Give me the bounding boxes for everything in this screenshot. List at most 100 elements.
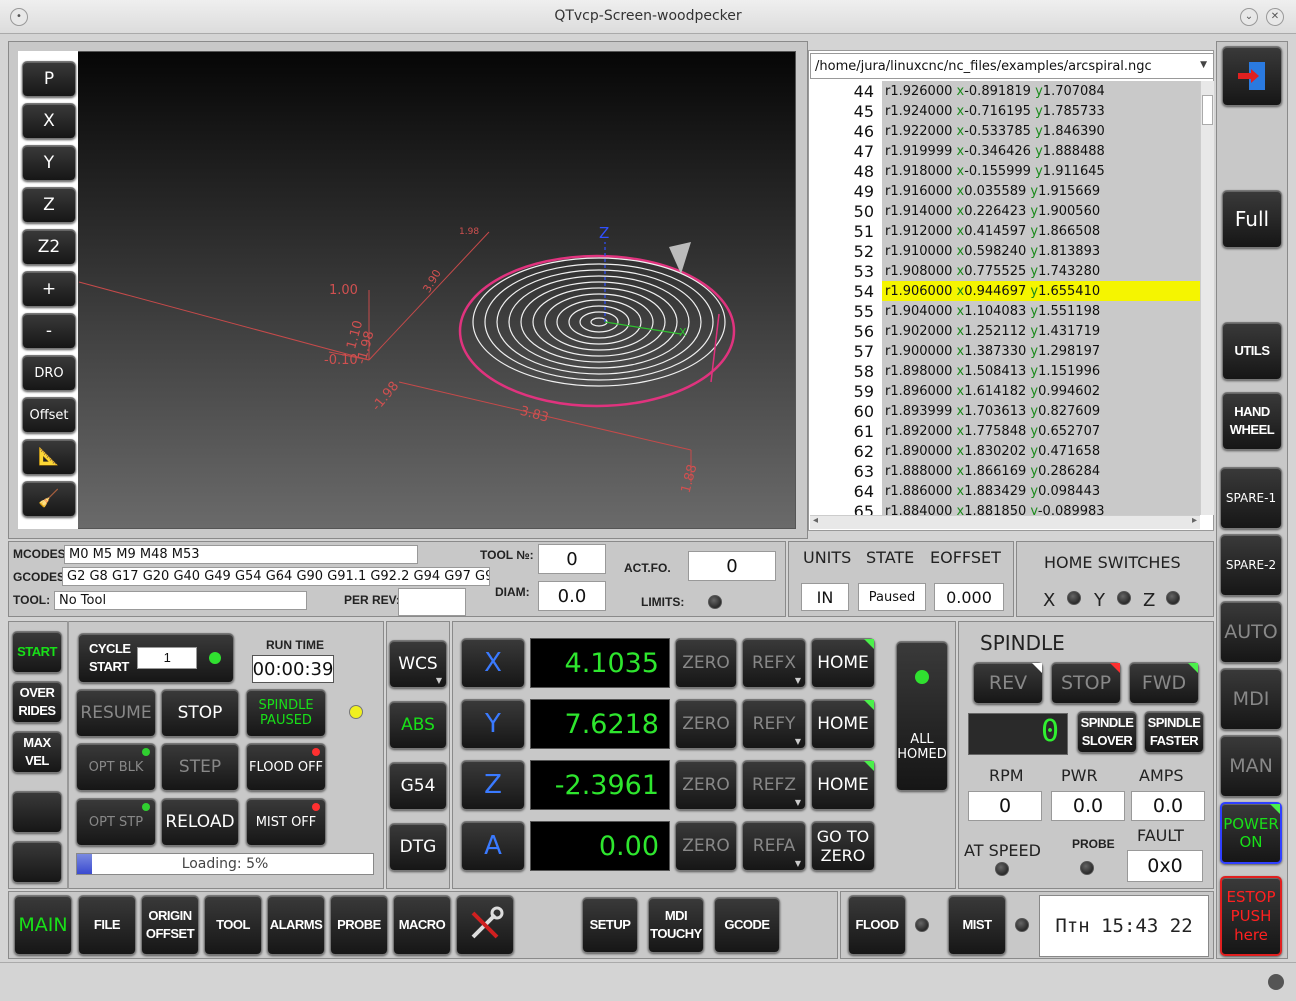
gcode-line[interactable]: 60 r1.893999 x1.703613 y0.827609 — [810, 401, 1200, 421]
abs-button[interactable]: ABS — [389, 701, 447, 749]
dtg-button[interactable]: DTG — [389, 823, 447, 871]
go-to-zero-button[interactable]: GO TO ZERO — [811, 821, 875, 871]
view-x-button[interactable]: X — [22, 103, 76, 139]
gcode-line[interactable]: 45 r1.924000 x-0.716195 y1.785733 — [810, 101, 1200, 121]
3d-plot-view[interactable]: Z X 1.00 1.10 -1.98 -0.10 -1.98 3.83 1.8… — [18, 51, 796, 529]
step-button[interactable]: STEP — [161, 743, 239, 791]
zoom-out-button[interactable]: - — [22, 313, 76, 349]
gcode-line[interactable]: 57 r1.900000 x1.387330 y1.298197 — [810, 341, 1200, 361]
spindle-stop-button[interactable]: STOP — [1051, 662, 1121, 704]
gcode-line[interactable]: 63 r1.888000 x1.866169 y0.286284 — [810, 461, 1200, 481]
opt-stp-button[interactable]: OPT STP — [76, 798, 156, 846]
mdi-touchy-tab-button[interactable]: MDI TOUCHY — [648, 897, 704, 953]
spindle-slower-button[interactable]: SPINDLE SLOVER — [1077, 711, 1137, 753]
overrides-button[interactable]: OVER RIDES — [12, 681, 62, 723]
dro-toggle-button[interactable]: DRO — [22, 355, 76, 391]
resume-button[interactable]: RESUME — [76, 689, 156, 737]
spindle-rev-button[interactable]: REV — [973, 662, 1043, 704]
hand-wheel-button[interactable]: HAND WHEEL — [1222, 392, 1282, 450]
minimize-icon[interactable]: ⌄ — [1240, 8, 1258, 26]
estop-button[interactable]: ESTOP PUSH here — [1220, 876, 1282, 956]
gcode-horizontal-scrollbar[interactable]: ◂ ▸ — [810, 515, 1200, 529]
close-icon[interactable]: ✕ — [1266, 8, 1284, 26]
scroll-left-icon[interactable]: ◂ — [813, 515, 818, 526]
gcode-line[interactable]: 49 r1.916000 x0.035589 y1.915669 — [810, 181, 1200, 201]
scroll-right-icon[interactable]: ▸ — [1192, 515, 1197, 526]
gcode-line[interactable]: 53 r1.908000 x0.775525 y1.743280 — [810, 261, 1200, 281]
wcs-button[interactable]: WCS ▼ — [389, 640, 447, 688]
gcode-line[interactable]: 65 r1.884000 x1.881850 y-0.089983 — [810, 501, 1200, 515]
blank-button-2[interactable] — [12, 841, 62, 883]
setup-tab-button[interactable]: SETUP — [582, 897, 638, 953]
spindle-fwd-button[interactable]: FWD — [1129, 662, 1199, 704]
mist-button[interactable]: MIST — [948, 895, 1006, 955]
ref-a-button[interactable]: REFA ▼ — [742, 821, 806, 871]
zero-a-button[interactable]: ZERO — [675, 821, 737, 871]
axis-a-button[interactable]: A — [461, 821, 525, 871]
alarms-tab-button[interactable]: ALARMS — [267, 895, 325, 955]
start-button[interactable]: START — [12, 631, 62, 673]
probe-tab-button[interactable]: PROBE — [330, 895, 388, 955]
spindle-paused-button[interactable]: SPINDLE PAUSED — [246, 689, 326, 737]
gcode-line[interactable]: 56 r1.902000 x1.252112 y1.431719 — [810, 321, 1200, 341]
home-x-button[interactable]: HOME — [811, 638, 875, 688]
cycle-count-field[interactable]: 1 — [137, 647, 197, 669]
reload-button[interactable]: RELOAD — [161, 798, 239, 846]
power-on-button[interactable]: POWER ON — [1220, 802, 1282, 864]
gcode-line[interactable]: 58 r1.898000 x1.508413 y1.151996 — [810, 361, 1200, 381]
utils-button[interactable]: UTILS — [1222, 322, 1282, 380]
opt-blk-button[interactable]: OPT BLK — [76, 743, 156, 791]
gcode-line[interactable]: 51 r1.912000 x0.414597 y1.866508 — [810, 221, 1200, 241]
scroll-thumb[interactable] — [1202, 95, 1213, 125]
zero-x-button[interactable]: ZERO — [675, 638, 737, 688]
ref-z-button[interactable]: REFZ ▼ — [742, 760, 806, 810]
tool-tab-button[interactable]: TOOL — [204, 895, 262, 955]
stop-button[interactable]: STOP — [161, 689, 239, 737]
zero-y-button[interactable]: ZERO — [675, 699, 737, 749]
gcode-line[interactable]: 44 r1.926000 x-0.891819 y1.707084 — [810, 81, 1200, 101]
view-z-button[interactable]: Z — [22, 187, 76, 223]
spare-1-button[interactable]: SPARE-1 — [1220, 467, 1282, 529]
man-mode-button[interactable]: MAN — [1220, 735, 1282, 797]
clear-plot-button[interactable]: 🧹 — [22, 481, 76, 517]
flood-off-button[interactable]: FLOOD OFF — [246, 743, 326, 791]
max-vel-button[interactable]: MAX VEL — [12, 731, 62, 773]
gcode-tab-button[interactable]: GCODE — [714, 897, 780, 953]
view-z2-button[interactable]: Z2 — [22, 229, 76, 265]
spare-2-button[interactable]: SPARE-2 — [1220, 534, 1282, 596]
gcode-line[interactable]: 62 r1.890000 x1.830202 y0.471658 — [810, 441, 1200, 461]
mist-off-button[interactable]: MIST OFF — [246, 798, 326, 846]
main-tab-button[interactable]: MAIN — [14, 895, 72, 955]
home-z-button[interactable]: HOME — [811, 760, 875, 810]
mdi-mode-button[interactable]: MDI — [1220, 668, 1282, 730]
exit-button[interactable] — [1222, 46, 1282, 106]
gcode-line[interactable]: 55 r1.904000 x1.104083 y1.551198 — [810, 301, 1200, 321]
g54-button[interactable]: G54 — [389, 762, 447, 810]
gcode-line[interactable]: 50 r1.914000 x0.226423 y1.900560 — [810, 201, 1200, 221]
origin-offset-tab-button[interactable]: ORIGIN OFFSET — [141, 895, 199, 955]
file-tab-button[interactable]: FILE — [78, 895, 136, 955]
axis-y-button[interactable]: Y — [461, 699, 525, 749]
home-y-button[interactable]: HOME — [811, 699, 875, 749]
auto-mode-button[interactable]: AUTO — [1220, 601, 1282, 663]
gcode-line[interactable]: 47 r1.919999 x-0.346426 y1.888488 — [810, 141, 1200, 161]
zoom-in-button[interactable]: + — [22, 271, 76, 307]
gcode-line[interactable]: 52 r1.910000 x0.598240 y1.813893 — [810, 241, 1200, 261]
cycle-start-button[interactable]: CYCLE START 1 — [78, 633, 234, 683]
axis-x-button[interactable]: X — [461, 638, 525, 688]
view-p-button[interactable]: P — [22, 61, 76, 97]
full-screen-button[interactable]: Full — [1222, 190, 1282, 248]
gcode-vertical-scrollbar[interactable] — [1200, 81, 1214, 515]
macro-tab-button[interactable]: MACRO — [393, 895, 451, 955]
gcode-line[interactable]: 54 r1.906000 x0.944697 y1.655410 — [810, 281, 1200, 301]
ref-y-button[interactable]: REFY ▼ — [742, 699, 806, 749]
view-y-button[interactable]: Y — [22, 145, 76, 181]
spindle-faster-button[interactable]: SPINDLE FASTER — [1144, 711, 1204, 753]
zero-z-button[interactable]: ZERO — [675, 760, 737, 810]
gcode-line[interactable]: 46 r1.922000 x-0.533785 y1.846390 — [810, 121, 1200, 141]
blank-button-1[interactable] — [12, 791, 62, 833]
gcode-file-select[interactable]: /home/jura/linuxcnc/nc_files/examples/ar… — [810, 53, 1214, 79]
gcode-line[interactable]: 59 r1.896000 x1.614182 y0.994602 — [810, 381, 1200, 401]
gcode-line[interactable]: 64 r1.886000 x1.883429 y0.098443 — [810, 481, 1200, 501]
axis-z-button[interactable]: Z — [461, 760, 525, 810]
